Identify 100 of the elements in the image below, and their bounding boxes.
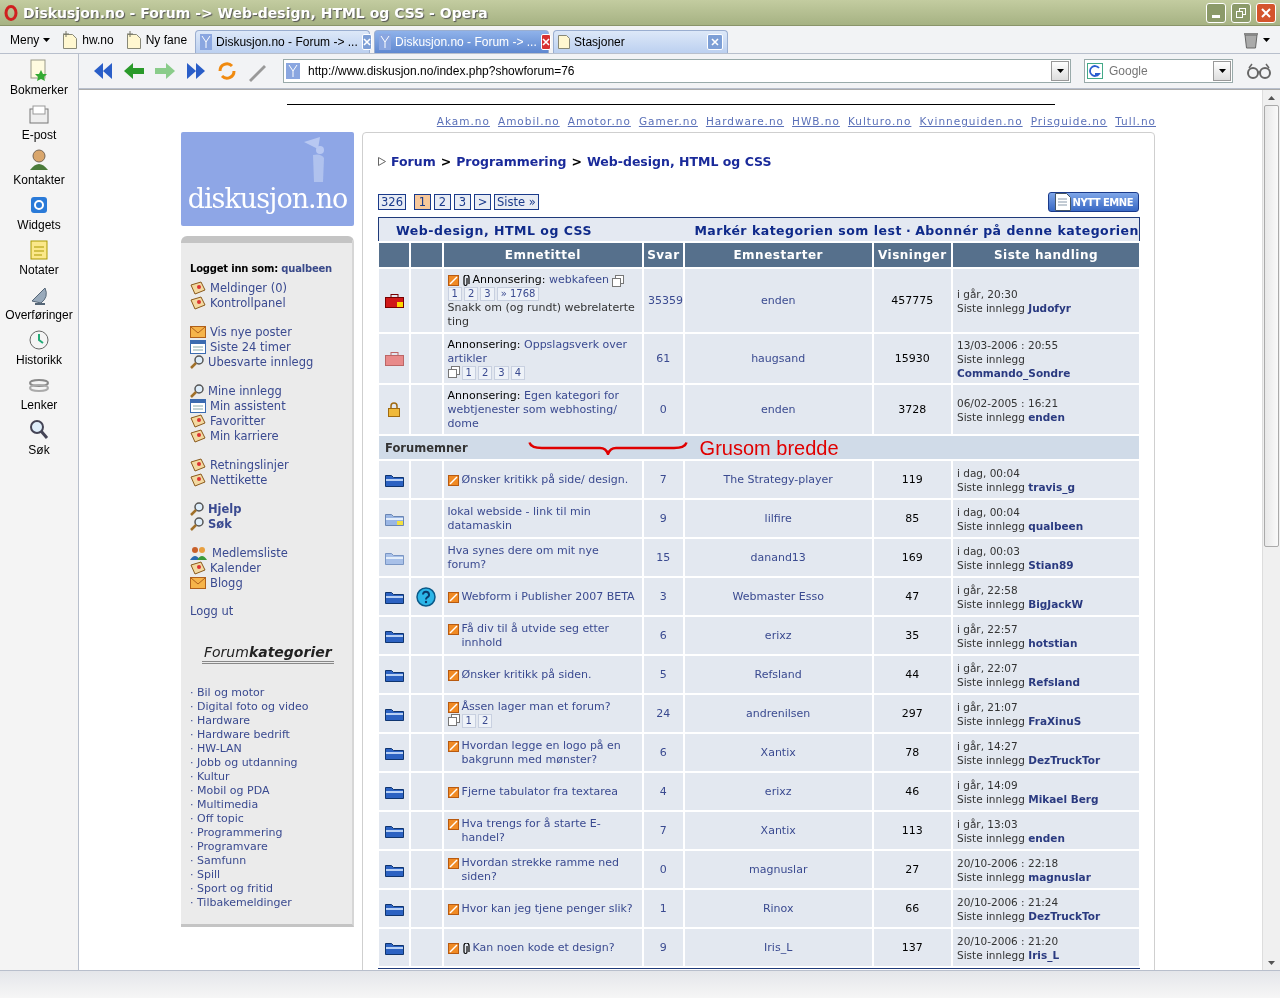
page-link[interactable]: » 1768 bbox=[496, 286, 540, 301]
menu-link[interactable]: Ubesvarte innlegg bbox=[208, 354, 314, 369]
menu-link[interactable]: Siste 24 timer bbox=[210, 339, 291, 354]
panel-button[interactable]: Notater bbox=[19, 238, 59, 283]
category-link[interactable]: · Digital foto og video bbox=[190, 700, 350, 714]
menu-link[interactable]: Meldinger (0) bbox=[210, 280, 288, 295]
topic-link[interactable]: Åssen lager man et forum? bbox=[461, 699, 611, 714]
category-link[interactable]: · Samfunn bbox=[190, 854, 350, 868]
page-link[interactable]: 1 bbox=[447, 286, 462, 301]
last-poster-link[interactable]: qualbeen bbox=[1028, 519, 1084, 532]
site-link[interactable]: Kvinneguiden.no bbox=[919, 115, 1023, 127]
topic-link[interactable]: Hva trengs for å starte E-handel? bbox=[461, 816, 639, 845]
site-link[interactable]: Amotor.no bbox=[567, 115, 631, 127]
site-link[interactable]: Akam.no bbox=[436, 115, 490, 127]
topic-link[interactable]: Ønsker kritikk på siden. bbox=[461, 667, 592, 682]
panel-button[interactable]: Søk bbox=[27, 418, 51, 463]
last-poster-link[interactable]: travis_g bbox=[1028, 480, 1075, 493]
page-link[interactable]: 1 bbox=[461, 365, 476, 380]
panel-button[interactable]: Widgets bbox=[17, 193, 61, 238]
topic-link[interactable]: Ønsker kritikk på side/ design. bbox=[461, 472, 629, 487]
panel-button[interactable]: E-post bbox=[21, 103, 57, 148]
topic-link[interactable]: Fjerne tabulator fra textarea bbox=[461, 784, 619, 799]
menu-button[interactable]: Meny bbox=[6, 27, 55, 53]
page-link[interactable]: 4 bbox=[510, 365, 526, 380]
page-link[interactable]: 3 bbox=[494, 365, 509, 380]
dropdown-button[interactable] bbox=[1213, 61, 1231, 81]
bookmark-button[interactable]: hw.no bbox=[58, 27, 118, 53]
minimize-button[interactable] bbox=[1206, 2, 1226, 23]
panel-button[interactable]: Lenker bbox=[20, 373, 58, 418]
last-poster-link[interactable]: DezTruckTor bbox=[1028, 909, 1101, 922]
menu-link[interactable]: Medlemsliste bbox=[212, 545, 288, 560]
site-link[interactable]: Prisguide.no bbox=[1030, 115, 1108, 127]
category-link[interactable]: · Jobb og utdanning bbox=[190, 756, 350, 770]
category-link[interactable]: · Programmering bbox=[190, 826, 350, 840]
menu-link[interactable]: Min karriere bbox=[210, 428, 279, 443]
panel-button[interactable]: Kontakter bbox=[13, 148, 65, 193]
category-link[interactable]: · Bil og motor bbox=[190, 686, 350, 700]
menu-link[interactable]: Favoritter bbox=[210, 413, 266, 428]
page-link[interactable]: 2 bbox=[477, 365, 493, 380]
site-link[interactable]: Hardware.no bbox=[705, 115, 785, 127]
close-tab-button[interactable] bbox=[707, 34, 724, 50]
menu-link[interactable]: Hjelp bbox=[208, 501, 242, 516]
last-poster-link[interactable]: enden bbox=[1028, 831, 1065, 844]
menu-link[interactable]: Kalender bbox=[210, 560, 262, 575]
last-poster-link[interactable]: Commando_Sondre bbox=[957, 366, 1071, 379]
menu-link[interactable]: Retningslinjer bbox=[210, 457, 289, 472]
last-poster-link[interactable]: Judofyr bbox=[1028, 301, 1071, 314]
site-link[interactable]: HWB.no bbox=[792, 115, 840, 127]
panel-button[interactable]: Overføringer bbox=[5, 283, 73, 328]
restore-button[interactable] bbox=[1231, 2, 1251, 23]
topic-link[interactable]: Hvor kan jeg tjene penger slik? bbox=[461, 901, 633, 916]
browser-tab[interactable]: Diskusjon.no - Forum -> ... bbox=[195, 30, 371, 53]
category-link[interactable]: · Hardware bbox=[190, 714, 350, 728]
browser-tab[interactable]: Stasjoner bbox=[553, 30, 729, 53]
category-link[interactable]: · Programvare bbox=[190, 840, 350, 854]
category-link[interactable]: · Multimedia bbox=[190, 798, 350, 812]
page-link[interactable]: 2 bbox=[477, 713, 493, 728]
dropdown-button[interactable] bbox=[1051, 61, 1069, 81]
category-link[interactable]: · Kultur bbox=[190, 770, 350, 784]
address-field[interactable]: http://www.diskusjon.no/index.php?showforum=76 bbox=[306, 63, 1045, 79]
topic-link[interactable]: Få div til å utvide seg etter innhold bbox=[461, 621, 639, 650]
last-poster-link[interactable]: magnuslar bbox=[1028, 870, 1091, 883]
category-link[interactable]: · Mobil og PDA bbox=[190, 784, 350, 798]
last-poster-link[interactable]: BigJackW bbox=[1028, 597, 1084, 610]
close-tab-button[interactable] bbox=[361, 34, 372, 50]
topic-link[interactable]: Annonsering: Oppslagsverk over artikler bbox=[447, 337, 639, 366]
menu-link[interactable]: Nettikette bbox=[210, 472, 268, 487]
topic-link[interactable]: Annonsering: webkafeen bbox=[472, 272, 610, 287]
close-button[interactable] bbox=[1256, 2, 1276, 23]
category-link[interactable]: · Spill bbox=[190, 868, 350, 882]
category-link[interactable]: · HW-LAN bbox=[190, 742, 350, 756]
page-link[interactable]: 1 bbox=[461, 713, 476, 728]
site-link[interactable]: Tull.no bbox=[1115, 115, 1156, 127]
topic-link[interactable]: Hva synes dere om mit nye forum? bbox=[447, 543, 639, 572]
menu-link[interactable]: Mine innlegg bbox=[208, 383, 282, 398]
last-poster-link[interactable]: DezTruckTor bbox=[1028, 753, 1101, 766]
category-link[interactable]: · Off topic bbox=[190, 812, 350, 826]
menu-link[interactable]: Vis nye poster bbox=[210, 324, 292, 339]
menu-link[interactable]: Min assistent bbox=[210, 398, 286, 413]
panel-button[interactable]: Historikk bbox=[16, 328, 62, 373]
bookmark-button[interactable]: Ny fane bbox=[121, 27, 192, 53]
address-bar[interactable]: http://www.diskusjon.no/index.php?showforum=76 bbox=[283, 59, 1071, 83]
last-poster-link[interactable]: Mikael Berg bbox=[1028, 792, 1099, 805]
last-poster-link[interactable]: enden bbox=[1028, 410, 1065, 423]
site-link[interactable]: Gamer.no bbox=[638, 115, 698, 127]
category-link[interactable]: · Tilbakemeldinger bbox=[190, 896, 350, 910]
page-link[interactable]: 3 bbox=[480, 286, 495, 301]
clock-icon[interactable] bbox=[27, 328, 51, 352]
menu-link[interactable]: Blogg bbox=[210, 575, 243, 590]
category-link[interactable]: · Sport og fritid bbox=[190, 882, 350, 896]
category-action-link[interactable]: Markér kategorien som lest bbox=[694, 223, 902, 238]
breadcrumb-link[interactable]: Web-design, HTML og CSS bbox=[587, 154, 772, 169]
site-link[interactable]: Kulturo.no bbox=[847, 115, 912, 127]
search-field[interactable]: Google bbox=[1107, 63, 1209, 79]
topic-link[interactable]: lokal webside - link til min datamaskin bbox=[447, 504, 639, 533]
topic-link[interactable]: Kan noen kode et design? bbox=[472, 940, 615, 955]
close-tab-button[interactable] bbox=[540, 34, 551, 50]
last-poster-link[interactable]: FraXinuS bbox=[1028, 714, 1082, 727]
site-link[interactable]: Amobil.no bbox=[497, 115, 560, 127]
page-link[interactable]: 2 bbox=[463, 286, 479, 301]
